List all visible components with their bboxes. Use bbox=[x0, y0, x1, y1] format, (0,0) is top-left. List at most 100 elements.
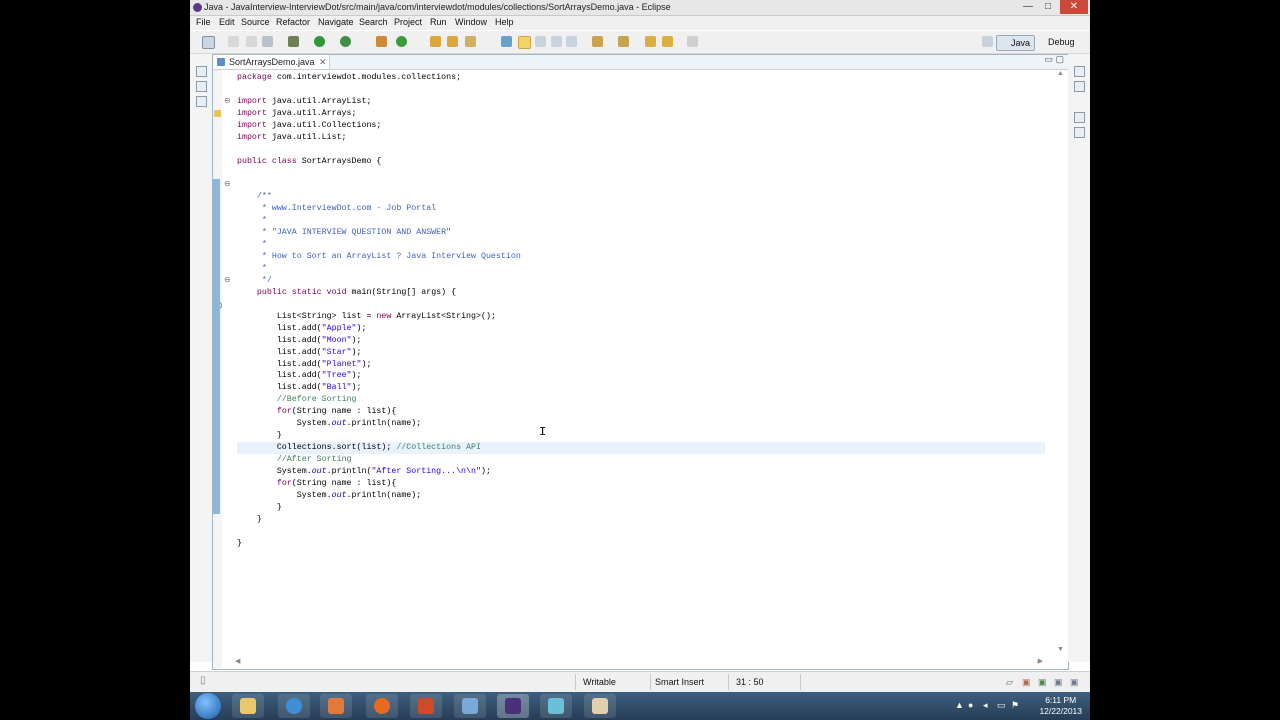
status-trim-icon-2[interactable]: ▣ bbox=[1022, 677, 1031, 688]
run-icon[interactable] bbox=[314, 36, 325, 47]
code-line[interactable]: import java.util.ArrayList; bbox=[237, 96, 1045, 108]
tray-flag-icon[interactable]: ⚑ bbox=[1011, 701, 1019, 710]
print-icon[interactable] bbox=[262, 36, 273, 47]
code-line[interactable]: import java.util.List; bbox=[237, 132, 1045, 144]
scroll-up-icon[interactable]: ▲ bbox=[1057, 70, 1064, 77]
debug-perspective-button[interactable]: Debug bbox=[1036, 35, 1075, 49]
new-icon[interactable] bbox=[202, 36, 215, 49]
code-line[interactable]: * www.InterviewDot.com - Job Portal bbox=[237, 203, 1045, 215]
minimize-maximize-icons[interactable]: ▭ ▢ bbox=[1044, 54, 1064, 65]
open-type-icon[interactable] bbox=[430, 36, 441, 47]
taskbar-media[interactable] bbox=[320, 694, 352, 718]
taskbar-firefox[interactable] bbox=[366, 694, 398, 718]
code-line[interactable]: * "JAVA INTERVIEW QUESTION AND ANSWER" bbox=[237, 227, 1045, 239]
code-line[interactable]: System.out.println(name); bbox=[237, 418, 1045, 430]
code-line[interactable]: list.add("Apple"); bbox=[237, 323, 1045, 335]
fold-imports-icon[interactable]: ⊖ bbox=[224, 96, 231, 105]
code-line[interactable]: import java.util.Collections; bbox=[237, 120, 1045, 132]
last-edit-location-icon[interactable] bbox=[645, 36, 656, 47]
menu-search[interactable]: Search bbox=[359, 17, 388, 27]
forward-icon[interactable] bbox=[687, 36, 698, 47]
code-line[interactable]: list.add("Ball"); bbox=[237, 382, 1045, 394]
tray-network-icon[interactable]: ▭ bbox=[997, 701, 1006, 710]
status-trim-icon-3[interactable]: ▣ bbox=[1038, 677, 1047, 688]
code-line[interactable]: //After Sorting bbox=[237, 454, 1045, 466]
menu-window[interactable]: Window bbox=[455, 17, 487, 27]
code-line[interactable] bbox=[237, 144, 1045, 156]
menu-refactor[interactable]: Refactor bbox=[276, 17, 310, 27]
code-line[interactable]: package com.interviewdot.modules.collect… bbox=[237, 72, 1045, 84]
show-whitespace-icon[interactable] bbox=[551, 36, 562, 47]
code-line[interactable]: * How to Sort an ArrayList ? Java Interv… bbox=[237, 251, 1045, 263]
code-line[interactable] bbox=[237, 526, 1045, 538]
vertical-scrollbar[interactable]: ▲ ▼ bbox=[1055, 70, 1067, 653]
menu-run[interactable]: Run bbox=[430, 17, 447, 27]
tab-sortarraysdemo[interactable]: SortArraysDemo.java ✕ bbox=[214, 55, 330, 69]
open-perspective-icon[interactable] bbox=[982, 36, 993, 47]
save-icon[interactable] bbox=[228, 36, 239, 47]
code-line[interactable]: * bbox=[237, 263, 1045, 275]
scroll-down-icon[interactable]: ▼ bbox=[1057, 646, 1064, 653]
code-area[interactable]: package com.interviewdot.modules.collect… bbox=[237, 72, 1045, 550]
fold-javadoc-icon[interactable]: ⊖ bbox=[224, 179, 231, 188]
new-class-icon[interactable] bbox=[396, 36, 407, 47]
block-selection-icon[interactable] bbox=[535, 36, 546, 47]
tab-close-icon[interactable]: ✕ bbox=[319, 55, 327, 69]
code-line[interactable]: import java.util.Arrays; bbox=[237, 108, 1045, 120]
close-button[interactable]: ✕ bbox=[1060, 0, 1088, 14]
code-line[interactable]: } bbox=[237, 502, 1045, 514]
code-line[interactable]: * bbox=[237, 215, 1045, 227]
taskbar-explorer[interactable] bbox=[232, 694, 264, 718]
fold-method-icon[interactable]: ⊖ bbox=[224, 275, 231, 284]
minimize-button[interactable]: — bbox=[1018, 0, 1038, 14]
outline-icon[interactable] bbox=[1074, 112, 1085, 123]
code-line[interactable]: for(String name : list){ bbox=[237, 406, 1045, 418]
taskbar-files[interactable] bbox=[454, 694, 486, 718]
package-explorer-icon[interactable] bbox=[196, 81, 207, 92]
code-line[interactable]: } bbox=[237, 538, 1045, 550]
code-line[interactable]: /** bbox=[237, 191, 1045, 203]
code-line[interactable] bbox=[237, 299, 1045, 311]
warning-icon[interactable] bbox=[214, 110, 221, 117]
menu-project[interactable]: Project bbox=[394, 17, 422, 27]
status-trim-icon-1[interactable]: ▱ bbox=[1006, 677, 1013, 688]
code-line[interactable] bbox=[237, 168, 1045, 180]
code-line[interactable]: //Before Sorting bbox=[237, 394, 1045, 406]
scroll-right-icon[interactable]: ▶ bbox=[1038, 657, 1043, 665]
open-task-icon[interactable] bbox=[447, 36, 458, 47]
code-line[interactable]: list.add("Planet"); bbox=[237, 359, 1045, 371]
code-line[interactable] bbox=[237, 84, 1045, 96]
start-button[interactable] bbox=[195, 693, 221, 719]
code-line[interactable]: public static void main(String[] args) { bbox=[237, 287, 1045, 299]
status-trim-icon-4[interactable]: ▣ bbox=[1054, 677, 1063, 688]
code-line[interactable]: System.out.println("After Sorting...\n\n… bbox=[237, 466, 1045, 478]
restore-outline-icon[interactable] bbox=[1074, 66, 1085, 77]
menu-help[interactable]: Help bbox=[495, 17, 514, 27]
menu-navigate[interactable]: Navigate bbox=[318, 17, 354, 27]
code-line[interactable]: public class SortArraysDemo { bbox=[237, 156, 1045, 168]
taskbar-ie[interactable] bbox=[278, 694, 310, 718]
previous-annotation-icon[interactable] bbox=[618, 36, 629, 47]
outline-view-icon[interactable] bbox=[1074, 127, 1085, 138]
taskbar-briefcase[interactable] bbox=[584, 694, 616, 718]
code-line[interactable]: List<String> list = new ArrayList<String… bbox=[237, 311, 1045, 323]
toggle-highlight-icon[interactable] bbox=[518, 36, 531, 49]
tray-volume-icon[interactable]: ◂ bbox=[983, 701, 991, 710]
code-line[interactable]: * bbox=[237, 239, 1045, 251]
search-icon[interactable] bbox=[465, 36, 476, 47]
system-clock[interactable]: 6:11 PM 12/22/2013 bbox=[1039, 695, 1082, 717]
tray-app-icon[interactable]: ● bbox=[968, 701, 976, 710]
menu-file[interactable]: File bbox=[196, 17, 211, 27]
next-annotation-icon[interactable] bbox=[592, 36, 603, 47]
horizontal-scrollbar[interactable]: ◀ ▶ bbox=[235, 657, 1043, 667]
external-tools-icon[interactable] bbox=[340, 36, 351, 47]
debug-icon[interactable] bbox=[288, 36, 299, 47]
tray-expand-icon[interactable]: ▲ bbox=[955, 701, 964, 710]
taskbar-app[interactable] bbox=[540, 694, 572, 718]
code-line[interactable]: System.out.println(name); bbox=[237, 490, 1045, 502]
restore-view-icon[interactable] bbox=[196, 66, 207, 77]
taskbar-eclipse[interactable] bbox=[497, 694, 529, 718]
back-icon[interactable] bbox=[662, 36, 673, 47]
paragraph-icon[interactable] bbox=[566, 36, 577, 47]
new-java-project-icon[interactable] bbox=[376, 36, 387, 47]
